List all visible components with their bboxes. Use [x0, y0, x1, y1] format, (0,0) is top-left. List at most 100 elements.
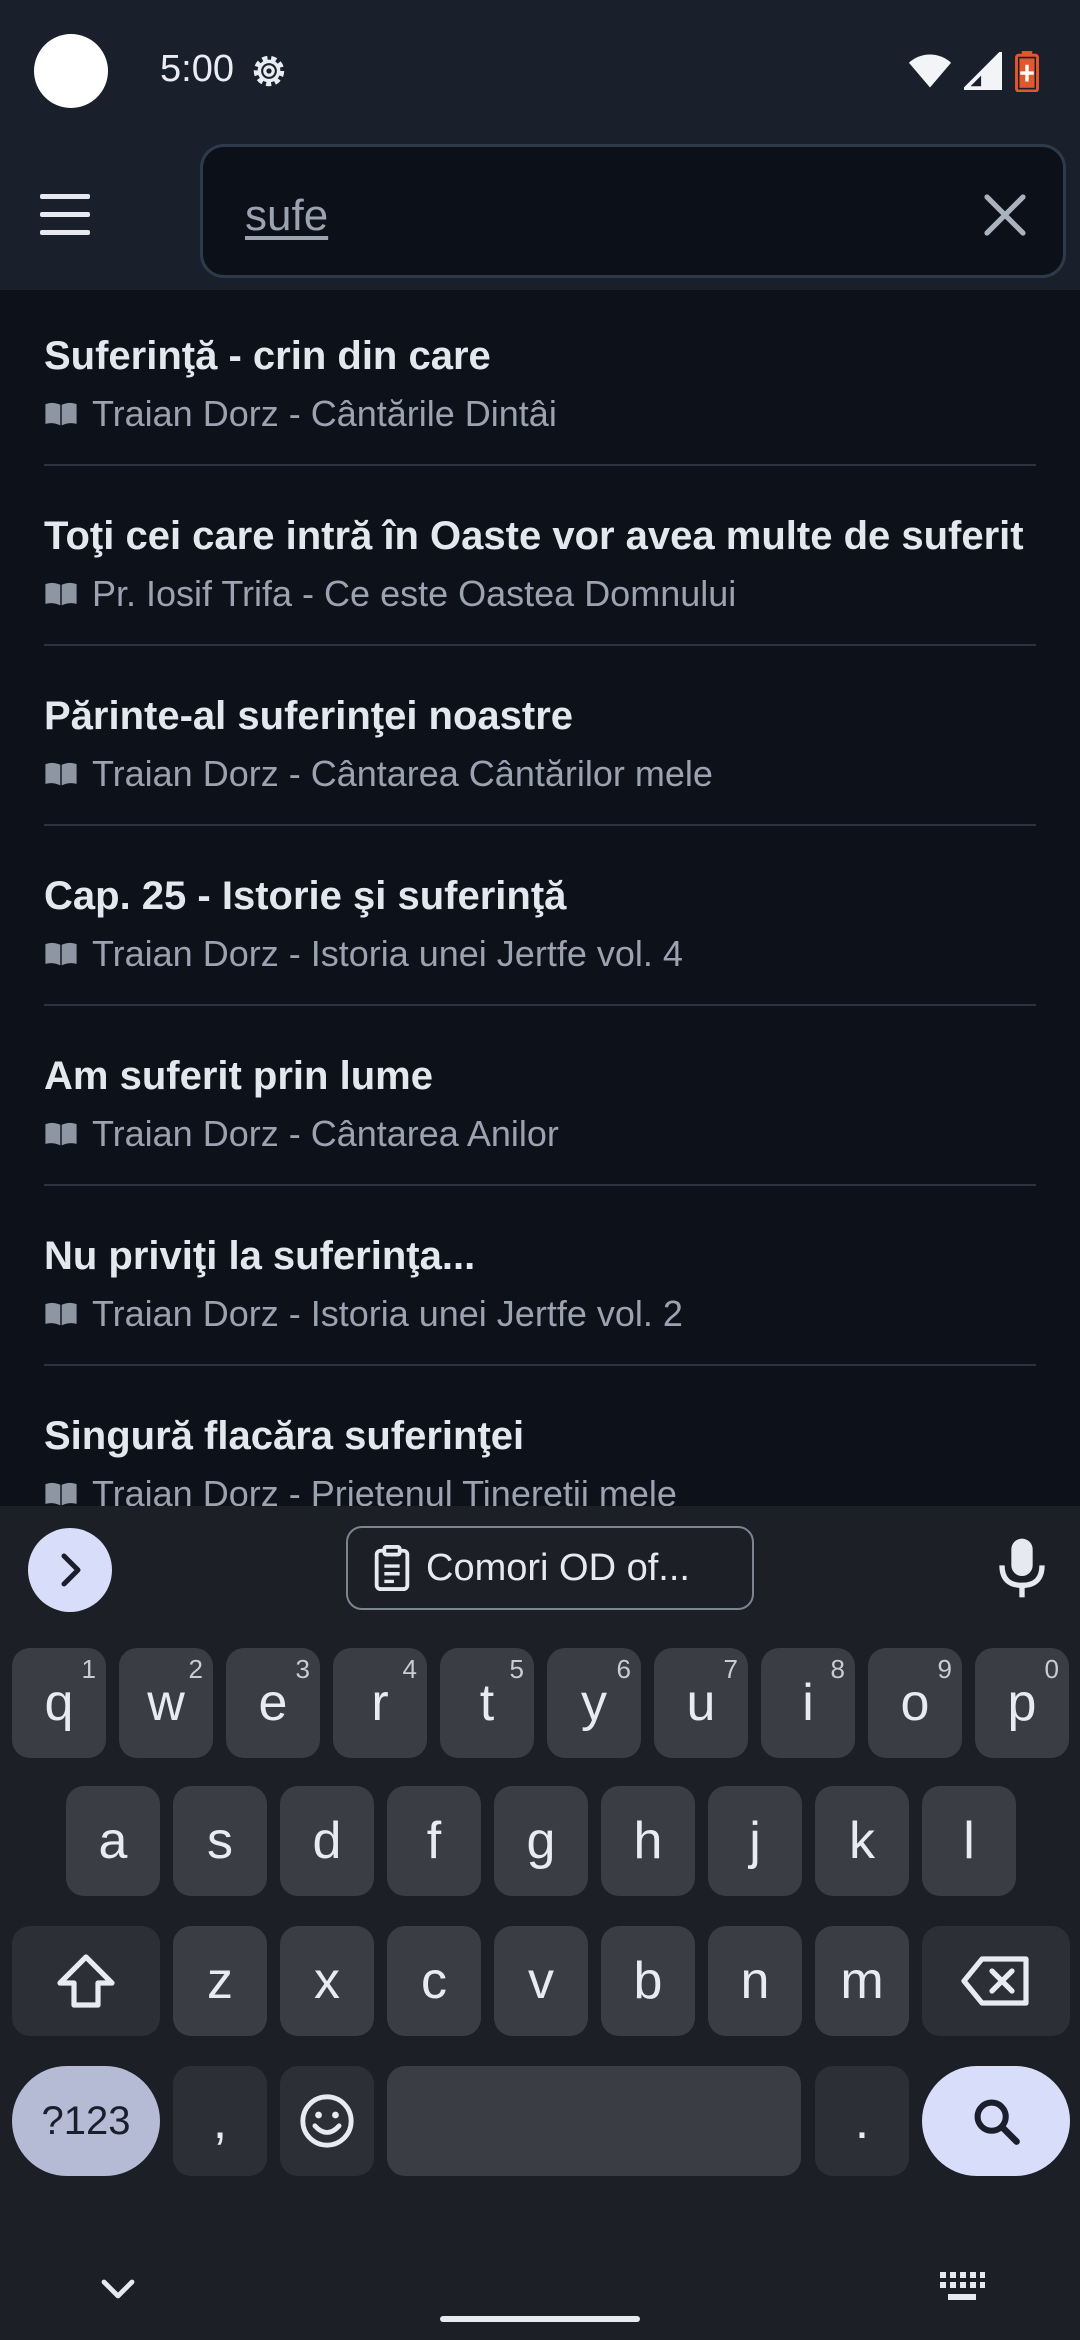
- hide-keyboard-chevron-icon[interactable]: [98, 2276, 138, 2302]
- key-y-hint: 6: [616, 1654, 631, 1684]
- key-i[interactable]: i8: [761, 1648, 855, 1758]
- app-bar: [0, 140, 1080, 290]
- list-item[interactable]: Nu priviţi la suferinţa... Traian Dorz -…: [44, 1186, 1036, 1366]
- key-z[interactable]: z: [173, 1926, 267, 2036]
- book-icon: [45, 942, 77, 966]
- clipboard-suggestion-chip[interactable]: Comori OD of...: [346, 1526, 754, 1610]
- backspace-icon: [961, 1956, 1029, 2006]
- key-r[interactable]: r4: [333, 1648, 427, 1758]
- keyboard-switch-icon[interactable]: [938, 2270, 986, 2304]
- result-source-text: Traian Dorz - Cântările Dintâi: [92, 393, 557, 434]
- home-gesture-bar[interactable]: [440, 2316, 640, 2322]
- key-n[interactable]: n: [708, 1926, 802, 2036]
- results-list: Suferinţă - crin din care Traian Dorz - …: [44, 290, 1036, 1546]
- key-j[interactable]: j: [708, 1786, 802, 1896]
- period-key[interactable]: .: [815, 2066, 909, 2176]
- keyboard: Comori OD of... q1 w2 e3 r4 t5 y6 u7 i8 …: [0, 1506, 1080, 2340]
- book-icon: [45, 402, 77, 426]
- key-t[interactable]: t5: [440, 1648, 534, 1758]
- key-x[interactable]: x: [280, 1926, 374, 2036]
- space-key[interactable]: [387, 2066, 801, 2176]
- key-t-hint: 5: [509, 1654, 524, 1684]
- keyboard-nav-bar: [0, 2236, 1080, 2340]
- key-h[interactable]: h: [601, 1786, 695, 1896]
- search-key[interactable]: [922, 2066, 1070, 2176]
- symbols-key[interactable]: ?123: [12, 2066, 160, 2176]
- expand-toolbar-button[interactable]: [28, 1528, 112, 1612]
- key-i-label: i: [802, 1674, 814, 1732]
- key-p-hint: 0: [1044, 1654, 1059, 1684]
- search-field[interactable]: [200, 144, 1066, 278]
- microphone-icon[interactable]: [994, 1536, 1050, 1600]
- result-source: Traian Dorz - Cântarea Cântărilor mele: [44, 752, 1036, 796]
- key-t-label: t: [479, 1674, 495, 1732]
- key-r-label: r: [371, 1674, 389, 1732]
- key-w-label: w: [147, 1674, 185, 1732]
- key-q-label: q: [44, 1674, 74, 1732]
- key-u-label: u: [686, 1674, 716, 1732]
- close-icon[interactable]: [981, 191, 1029, 239]
- key-u-hint: 7: [723, 1654, 738, 1684]
- shift-key[interactable]: [12, 1926, 160, 2036]
- result-title: Nu priviţi la suferinţa...: [44, 1234, 476, 1278]
- list-item[interactable]: Cap. 25 - Istorie şi suferinţă Traian Do…: [44, 826, 1036, 1006]
- status-icons: [908, 50, 1040, 92]
- result-source-text: Pr. Iosif Trifa - Ce este Oastea Domnulu…: [92, 573, 737, 614]
- key-d[interactable]: d: [280, 1786, 374, 1896]
- result-source-text: Traian Dorz - Istoria unei Jertfe vol. 4: [92, 933, 683, 974]
- key-f[interactable]: f: [387, 1786, 481, 1896]
- key-e-hint: 3: [295, 1654, 310, 1684]
- status-bar: 5:00: [0, 0, 1080, 140]
- key-b[interactable]: b: [601, 1926, 695, 2036]
- emoji-key[interactable]: [280, 2066, 374, 2176]
- result-source-text: Traian Dorz - Cântarea Anilor: [92, 1113, 559, 1154]
- key-y[interactable]: y6: [547, 1648, 641, 1758]
- book-icon: [45, 1122, 77, 1146]
- key-e[interactable]: e3: [226, 1648, 320, 1758]
- clipboard-chip-label: Comori OD of...: [426, 1546, 690, 1589]
- result-source: Traian Dorz - Istoria unei Jertfe vol. 2: [44, 1292, 1036, 1336]
- key-w[interactable]: w2: [119, 1648, 213, 1758]
- key-c[interactable]: c: [387, 1926, 481, 2036]
- list-item[interactable]: Suferinţă - crin din care Traian Dorz - …: [44, 290, 1036, 466]
- key-l[interactable]: l: [922, 1786, 1016, 1896]
- list-item[interactable]: Toţi cei care intră în Oaste vor avea mu…: [44, 466, 1036, 646]
- result-title: Toţi cei care intră în Oaste vor avea mu…: [44, 514, 1024, 558]
- book-icon: [45, 1302, 77, 1326]
- key-y-label: y: [581, 1674, 607, 1732]
- key-v[interactable]: v: [494, 1926, 588, 2036]
- key-m[interactable]: m: [815, 1926, 909, 2036]
- result-title: Singură flacăra suferinţei: [44, 1414, 525, 1458]
- shift-arrow-icon: [57, 1954, 115, 2008]
- list-item[interactable]: Părinte-al suferinţei noastre Traian Dor…: [44, 646, 1036, 826]
- key-k[interactable]: k: [815, 1786, 909, 1896]
- key-p[interactable]: p0: [975, 1648, 1069, 1758]
- key-g[interactable]: g: [494, 1786, 588, 1896]
- key-o-hint: 9: [937, 1654, 952, 1684]
- key-o[interactable]: o9: [868, 1648, 962, 1758]
- settings-gear-icon: [253, 55, 285, 87]
- result-source-text: Traian Dorz - Istoria unei Jertfe vol. 2: [92, 1293, 683, 1334]
- result-title: Cap. 25 - Istorie şi suferinţă: [44, 874, 567, 918]
- key-r-hint: 4: [402, 1654, 417, 1684]
- result-source: Pr. Iosif Trifa - Ce este Oastea Domnulu…: [44, 572, 1036, 616]
- key-u[interactable]: u7: [654, 1648, 748, 1758]
- search-input[interactable]: [245, 191, 945, 241]
- key-s[interactable]: s: [173, 1786, 267, 1896]
- chevron-right-icon: [61, 1553, 81, 1587]
- key-i-hint: 8: [830, 1654, 845, 1684]
- result-source: Traian Dorz - Cântarea Anilor: [44, 1112, 1036, 1156]
- menu-icon[interactable]: [32, 188, 102, 242]
- wifi-icon: [908, 54, 952, 88]
- book-icon: [45, 762, 77, 786]
- backspace-key[interactable]: [922, 1926, 1070, 2036]
- list-item[interactable]: Am suferit prin lume Traian Dorz - Cânta…: [44, 1006, 1036, 1186]
- result-title: Suferinţă - crin din care: [44, 334, 491, 378]
- comma-key[interactable]: ,: [173, 2066, 267, 2176]
- camera-cutout: [34, 34, 108, 108]
- key-a[interactable]: a: [66, 1786, 160, 1896]
- keyboard-toolbar: Comori OD of...: [0, 1506, 1080, 1626]
- key-q-hint: 1: [81, 1654, 96, 1684]
- key-q[interactable]: q1: [12, 1648, 106, 1758]
- result-source-text: Traian Dorz - Cântarea Cântărilor mele: [92, 753, 713, 794]
